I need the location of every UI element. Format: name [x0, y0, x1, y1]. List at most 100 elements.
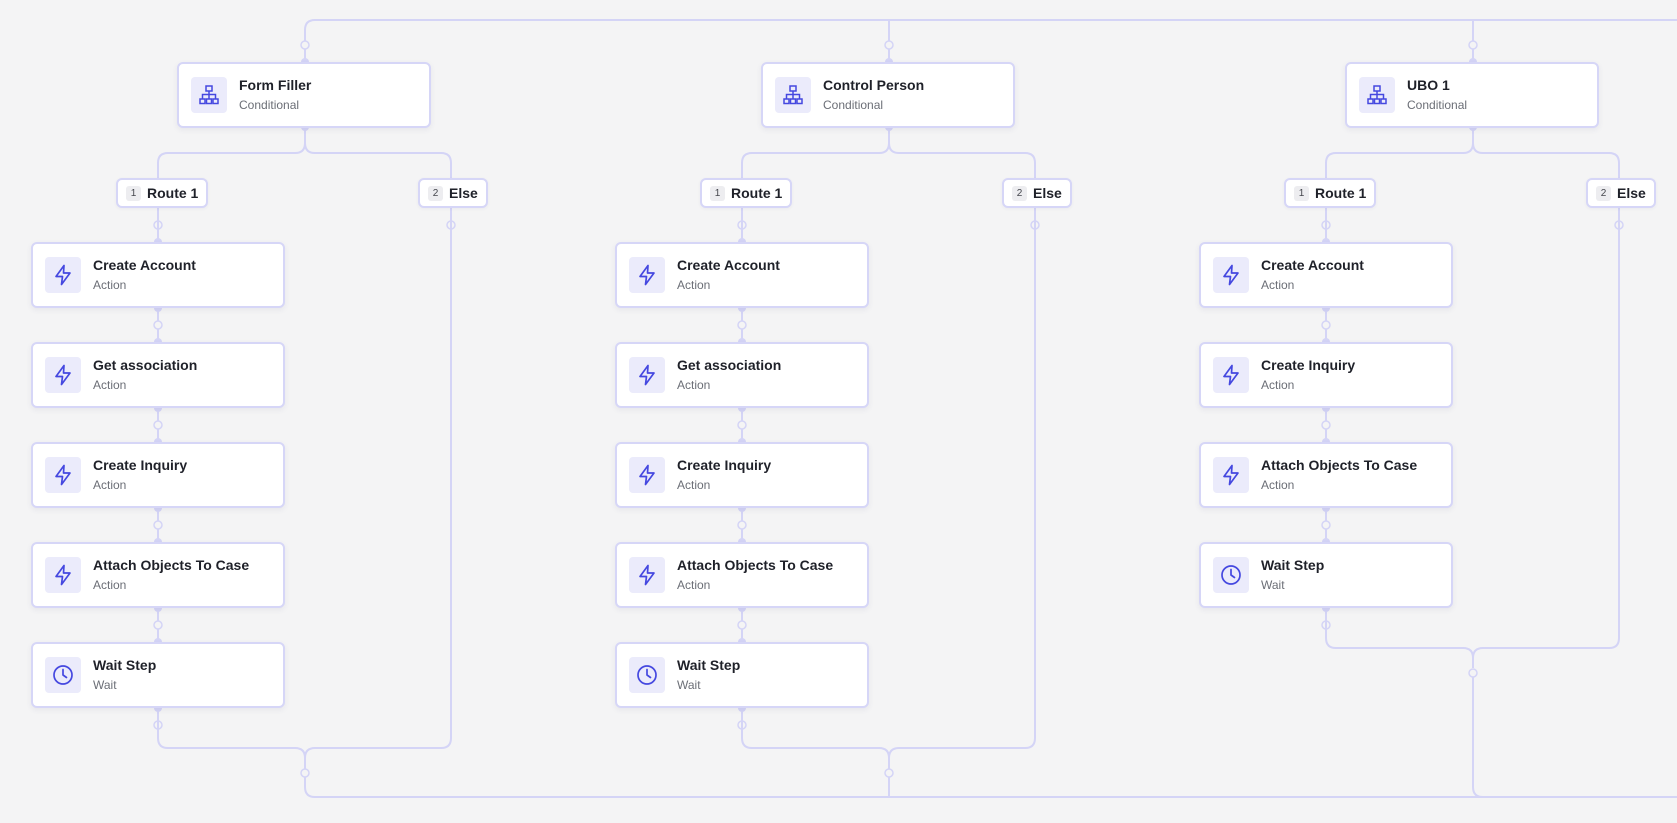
- route-number: 2: [1012, 185, 1027, 201]
- connector-port: [1321, 320, 1331, 330]
- wait-node-wait-step[interactable]: Wait Step Wait: [31, 642, 285, 708]
- connector-line: [1472, 673, 1677, 798]
- action-node-create-account[interactable]: Create Account Action: [31, 242, 285, 308]
- node-type: Action: [93, 278, 127, 292]
- lightning-icon: [45, 457, 81, 493]
- node-type: Action: [1261, 278, 1295, 292]
- connector-port: [300, 40, 310, 50]
- connector-line: [304, 208, 452, 759]
- connector-line: [157, 708, 306, 759]
- node-title: Create Account: [1261, 257, 1364, 273]
- lightning-icon: [1213, 357, 1249, 393]
- node-title: Create Inquiry: [677, 457, 772, 473]
- node-type: Action: [93, 378, 127, 392]
- route-label: Route 1: [147, 185, 199, 201]
- connector-port: [737, 420, 747, 430]
- node-title: Create Account: [677, 257, 780, 273]
- lightning-icon: [629, 557, 665, 593]
- connector-line: [1472, 208, 1620, 659]
- node-title: Wait Step: [677, 657, 741, 673]
- clock-icon: [45, 657, 81, 693]
- wait-node-wait-step[interactable]: Wait Step Wait: [615, 642, 869, 708]
- node-type: Action: [677, 278, 711, 292]
- clock-icon: [629, 657, 665, 693]
- wait-node-wait-step[interactable]: Wait Step Wait: [1199, 542, 1453, 608]
- lightning-icon: [45, 557, 81, 593]
- action-node-create-inquiry[interactable]: Create Inquiry Action: [1199, 342, 1453, 408]
- connector-port: [737, 620, 747, 630]
- connector-line: [1325, 128, 1474, 178]
- connector-port: [884, 40, 894, 50]
- route-number: 1: [126, 185, 141, 201]
- action-node-create-account[interactable]: Create Account Action: [615, 242, 869, 308]
- connector-line: [304, 752, 1677, 798]
- node-type: Action: [677, 478, 711, 492]
- connector-line: [1325, 608, 1474, 659]
- connector-line: [1472, 142, 1620, 178]
- lightning-icon: [45, 357, 81, 393]
- route-else-pill[interactable]: 2 Else: [1002, 178, 1072, 208]
- route-number: 1: [1294, 185, 1309, 201]
- connector-line: [157, 128, 306, 178]
- node-title: Get association: [677, 357, 782, 373]
- node-title: Get association: [93, 357, 198, 373]
- route-1-pill[interactable]: 1 Route 1: [1284, 178, 1377, 208]
- route-number: 1: [710, 185, 725, 201]
- node-type: Conditional: [239, 98, 300, 112]
- action-node-create-account[interactable]: Create Account Action: [1199, 242, 1453, 308]
- lightning-icon: [629, 257, 665, 293]
- sitemap-icon: [775, 77, 811, 113]
- action-node-attach-objects-to-case[interactable]: Attach Objects To Case Action: [31, 542, 285, 608]
- node-type: Conditional: [823, 98, 884, 112]
- route-1-pill[interactable]: 1 Route 1: [116, 178, 209, 208]
- route-else-pill[interactable]: 2 Else: [418, 178, 488, 208]
- action-node-attach-objects-to-case[interactable]: Attach Objects To Case Action: [615, 542, 869, 608]
- node-title: Create Inquiry: [1261, 357, 1356, 373]
- node-type: Action: [1261, 478, 1295, 492]
- lightning-icon: [1213, 457, 1249, 493]
- lightning-icon: [629, 357, 665, 393]
- route-1-pill[interactable]: 1 Route 1: [700, 178, 793, 208]
- node-type: Wait: [677, 678, 701, 692]
- route-else-pill[interactable]: 2 Else: [1586, 178, 1656, 208]
- conditional-node-ubo-1[interactable]: UBO 1 Conditional: [1345, 62, 1599, 128]
- node-type: Wait: [93, 678, 117, 692]
- node-type: Wait: [1261, 578, 1285, 592]
- route-number: 2: [1596, 185, 1611, 201]
- connector-port: [153, 520, 163, 530]
- connector-port: [153, 620, 163, 630]
- node-type: Action: [1261, 378, 1295, 392]
- node-title: Attach Objects To Case: [93, 557, 250, 573]
- action-node-get-association[interactable]: Get association Action: [615, 342, 869, 408]
- route-label: Else: [449, 185, 478, 201]
- node-type: Action: [93, 478, 127, 492]
- action-node-attach-objects-to-case[interactable]: Attach Objects To Case Action: [1199, 442, 1453, 508]
- node-title: Wait Step: [93, 657, 157, 673]
- connector-port: [1321, 520, 1331, 530]
- lightning-icon: [629, 457, 665, 493]
- connector-port: [737, 320, 747, 330]
- route-label: Else: [1033, 185, 1062, 201]
- node-title: Wait Step: [1261, 557, 1325, 573]
- node-title: Create Inquiry: [93, 457, 188, 473]
- conditional-node-control-person[interactable]: Control Person Conditional: [761, 62, 1015, 128]
- connector-port: [153, 420, 163, 430]
- connector-port: [153, 320, 163, 330]
- node-title: UBO 1: [1407, 77, 1450, 93]
- conditional-node-form-filler[interactable]: Form Filler Conditional: [177, 62, 431, 128]
- connector-line: [888, 142, 1036, 178]
- action-node-get-association[interactable]: Get association Action: [31, 342, 285, 408]
- node-type: Action: [677, 378, 711, 392]
- action-node-create-inquiry[interactable]: Create Inquiry Action: [31, 442, 285, 508]
- node-title: Control Person: [823, 77, 925, 93]
- connector-line: [741, 708, 890, 759]
- node-title: Form Filler: [239, 77, 312, 93]
- route-label: Route 1: [731, 185, 783, 201]
- connector-line: [741, 128, 890, 178]
- action-node-create-inquiry[interactable]: Create Inquiry Action: [615, 442, 869, 508]
- connector-port: [884, 768, 894, 778]
- lightning-icon: [1213, 257, 1249, 293]
- node-title: Attach Objects To Case: [677, 557, 834, 573]
- route-label: Route 1: [1315, 185, 1367, 201]
- route-label: Else: [1617, 185, 1646, 201]
